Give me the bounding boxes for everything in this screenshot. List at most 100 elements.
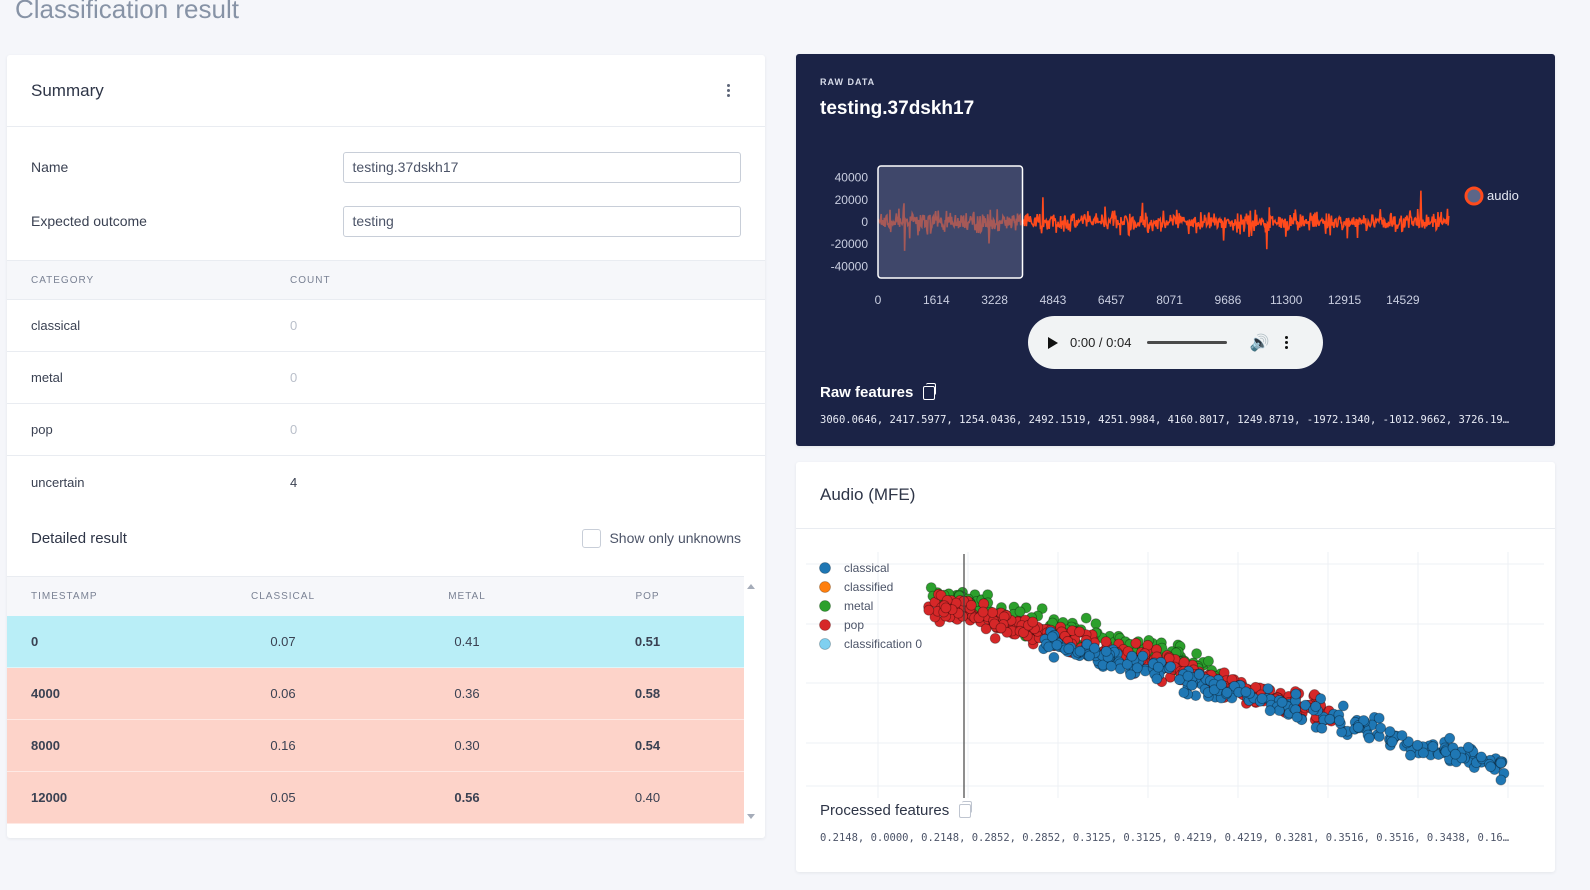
- scatter-point-classical: [1193, 668, 1205, 680]
- scatter-point-classical: [1337, 700, 1349, 712]
- scatter-point-classical: [1262, 683, 1274, 695]
- scroll-up-arrow-icon[interactable]: [747, 584, 755, 589]
- scatter-point-classical: [1316, 722, 1328, 734]
- cell-pop: 0.51: [634, 634, 661, 649]
- legend-marker: [819, 619, 831, 631]
- scatter-point-classical: [1125, 669, 1137, 681]
- scatter-point-classical: [1063, 643, 1075, 655]
- x-tick-label: 6457: [1098, 293, 1125, 307]
- legend-label: metal: [844, 599, 873, 613]
- scatter-point-classical: [1396, 730, 1408, 741]
- legend-label: classification 0: [844, 637, 922, 651]
- scatter-point-metal: [1080, 612, 1092, 624]
- scatter-point-classical: [1310, 701, 1322, 712]
- scatter-point-metal: [1090, 618, 1102, 630]
- player-options-icon[interactable]: [1285, 336, 1289, 349]
- volume-icon[interactable]: 🔊: [1249, 333, 1269, 353]
- expected-outcome-label: Expected outcome: [31, 213, 147, 229]
- scatter-point-classical: [1373, 712, 1385, 724]
- copy-icon[interactable]: [959, 800, 973, 818]
- column-header-classical: CLASSICAL: [250, 591, 316, 602]
- scroll-down-arrow-icon[interactable]: [747, 814, 755, 819]
- cell-pop: 0.54: [634, 738, 661, 753]
- cell-metal: 0.56: [454, 790, 480, 805]
- raw-features-header: Raw features: [820, 382, 937, 401]
- x-tick-label: 8071: [1156, 293, 1183, 307]
- table-row[interactable]: 4000 0.06 0.36 0.58: [7, 668, 744, 720]
- category-name: uncertain: [31, 474, 85, 490]
- x-tick-label: 0: [875, 293, 882, 307]
- name-label: Name: [31, 159, 69, 175]
- expected-outcome-row: Expected outcome testing: [31, 205, 741, 237]
- legend-label: classical: [844, 561, 889, 575]
- table-row[interactable]: 8000 0.16 0.30 0.54: [7, 720, 744, 772]
- scatter-point-classical: [1291, 711, 1303, 723]
- table-row: uncertain 4: [7, 456, 765, 508]
- audio-player[interactable]: 0:00 / 0:04 🔊: [1028, 316, 1323, 369]
- audio-progress-slider[interactable]: [1147, 341, 1228, 344]
- x-tick-label: 1614: [923, 293, 950, 307]
- result-table-scrollbar[interactable]: [744, 578, 758, 823]
- cell-timestamp: 0: [31, 634, 39, 649]
- scatter-point-classical: [1100, 646, 1112, 657]
- scatter-point-classical: [1495, 757, 1507, 769]
- y-tick-label: 20000: [835, 193, 869, 207]
- category-count: 0: [290, 422, 298, 437]
- mfe-card: Audio (MFE) classical classified metal pop c…: [796, 462, 1555, 872]
- cell-pop: 0.58: [634, 686, 661, 701]
- mfe-title: Audio (MFE): [820, 485, 916, 504]
- column-header-count: COUNT: [290, 274, 331, 286]
- scatter-point-classical: [1256, 693, 1268, 704]
- scatter-point-classical: [1386, 736, 1398, 748]
- scatter-point-pop: [923, 604, 935, 616]
- table-row: pop 0: [7, 404, 765, 456]
- category-name: pop: [31, 422, 53, 437]
- show-only-unknowns-checkbox[interactable]: [582, 528, 602, 548]
- waveform-chart[interactable]: 40000 20000 0 -20000 -40000 0 1614 3228 4843 6457…: [796, 154, 1555, 319]
- scatter-point-classical: [1412, 739, 1423, 751]
- scatter-point-classical: [1463, 741, 1474, 753]
- y-tick-label: -20000: [831, 237, 869, 251]
- scatter-point-classical: [1137, 650, 1149, 662]
- scatter-point-classical: [1450, 748, 1461, 760]
- scatter-point-classical: [1352, 721, 1364, 733]
- cell-metal: 0.30: [454, 738, 480, 753]
- show-only-unknowns-toggle[interactable]: Show only unknowns: [582, 528, 741, 548]
- table-row[interactable]: 0 0.07 0.41 0.51: [7, 616, 744, 668]
- column-header-category: CATEGORY: [31, 274, 95, 286]
- detailed-result-title: Detailed result: [31, 529, 127, 547]
- legend-marker-audio: [1464, 186, 1484, 206]
- scatter-point-pop: [995, 622, 1007, 634]
- processed-features-header: Processed features: [820, 800, 973, 819]
- table-row[interactable]: 12000 0.05 0.56 0.40: [7, 772, 744, 824]
- detailed-result-header: Detailed result Show only unknowns: [31, 521, 741, 555]
- legend-marker: [819, 600, 831, 612]
- scatter-point-classical: [1384, 726, 1396, 737]
- legend-marker: [819, 581, 831, 593]
- show-only-unknowns-label: Show only unknowns: [609, 530, 741, 546]
- y-tick-label: 0: [861, 215, 868, 229]
- scatter-point-classical: [1152, 661, 1164, 673]
- page-title: Classification result: [15, 0, 239, 24]
- cell-classical: 0.05: [270, 790, 296, 805]
- scatter-point-classical: [1334, 715, 1345, 727]
- cell-metal: 0.36: [454, 686, 480, 701]
- raw-data-card: RAW DATA testing.37dskh17 40000 20000 0 -20…: [796, 54, 1555, 446]
- scatter-point-pop: [1130, 637, 1142, 649]
- feature-scatter-chart[interactable]: classical classified metal pop classificatio…: [796, 542, 1555, 802]
- play-icon[interactable]: [1048, 336, 1058, 349]
- mfe-header: Audio (MFE): [796, 462, 1555, 529]
- scatter-point-classical: [1240, 686, 1252, 698]
- more-options-icon[interactable]: [727, 84, 730, 97]
- name-field[interactable]: testing.37dskh17: [342, 151, 741, 183]
- x-tick-label: 9686: [1215, 293, 1242, 307]
- name-row: Name testing.37dskh17: [31, 151, 741, 183]
- scatter-point-metal: [1191, 648, 1203, 659]
- expected-outcome-field[interactable]: testing: [342, 205, 741, 237]
- legend-label: classified: [844, 580, 893, 594]
- cell-timestamp: 8000: [31, 738, 60, 753]
- player-time: 0:00 / 0:04: [1070, 335, 1132, 350]
- copy-icon[interactable]: [923, 382, 937, 400]
- scatter-point-pop: [1027, 616, 1039, 628]
- scatter-point-classical: [1089, 642, 1100, 654]
